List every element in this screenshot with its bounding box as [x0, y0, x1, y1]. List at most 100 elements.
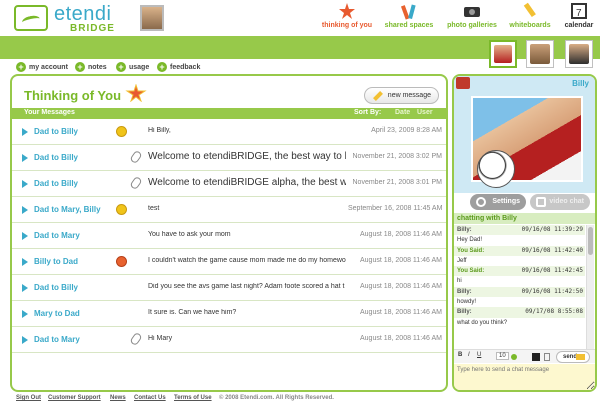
chat-timestamp: 09/16/08 11:42:50 — [521, 287, 583, 295]
list-header: Your Messages Sort By: Date User — [12, 108, 446, 119]
nav-thinking-of-you[interactable]: thinking of you — [319, 0, 375, 36]
plus-icon: + — [75, 62, 85, 72]
message-row[interactable]: Dad to Billy Hi Billy, April 23, 2009 8:… — [12, 119, 446, 145]
message-row[interactable]: Billy to Dad I couldn't watch the game c… — [12, 249, 446, 275]
nav-label: whiteboards — [509, 22, 551, 29]
expand-arrow-icon[interactable] — [22, 206, 28, 214]
message-from: Billy to Dad — [34, 257, 79, 266]
nav-shared-spaces[interactable]: shared spaces — [383, 0, 435, 36]
plus-icon: + — [16, 62, 26, 72]
message-row[interactable]: Mary to Dad It sure is. Can we have him?… — [12, 301, 446, 327]
footer-sign-out[interactable]: Sign Out — [16, 395, 41, 401]
chat-scrollbar[interactable] — [586, 225, 594, 349]
footer-terms-of-use[interactable]: Terms of Use — [174, 395, 212, 401]
nav-whiteboards[interactable]: whiteboards — [506, 0, 554, 36]
etendi-logo[interactable]: etendi BRIDGE — [14, 3, 126, 34]
contact-tab-2[interactable] — [526, 40, 554, 68]
paperclip-icon — [129, 175, 143, 191]
message-from: Dad to Mary — [34, 335, 80, 344]
expand-arrow-icon[interactable] — [22, 258, 28, 266]
message-date: November 21, 2008 3:01 PM — [352, 179, 443, 186]
message-date: August 18, 2008 11:46 AM — [360, 309, 442, 316]
expand-arrow-icon[interactable] — [22, 310, 28, 318]
settings-button[interactable]: Settings — [470, 194, 526, 210]
chat-line-header: Billy: 09/17/08 8:55:08 — [454, 307, 585, 318]
contact-tab-billy[interactable] — [489, 40, 517, 68]
message-subject: Welcome to etendiBRIDGE, the best way to… — [148, 151, 346, 162]
message-date: September 16, 2008 11:45 AM — [348, 205, 443, 212]
plus-icon: + — [157, 62, 167, 72]
chat-speaker: You Said: — [457, 247, 485, 254]
calendar-icon: 7 — [570, 2, 588, 20]
sort-user-link[interactable]: User — [417, 109, 433, 116]
sort-date-link[interactable]: Date — [395, 109, 410, 116]
footer-customer-support[interactable]: Customer Support — [48, 395, 101, 401]
user-avatar[interactable] — [140, 5, 164, 31]
footer-links: Sign Out Customer Support News Contact U… — [16, 395, 334, 403]
message-subject: Did you see the avs game last night? Ada… — [148, 283, 345, 290]
robot-icon — [456, 77, 470, 89]
chat-line-header: You Said: 09/16/08 11:42:45 — [454, 266, 585, 277]
message-from: Dad to Mary — [34, 231, 80, 240]
chat-message: Hey Dad! — [457, 237, 483, 244]
nav-label: photo galleries — [447, 22, 497, 29]
expand-arrow-icon[interactable] — [22, 180, 28, 188]
nav-photo-galleries[interactable]: photo galleries — [444, 0, 500, 36]
link-label: feedback — [170, 63, 201, 71]
new-message-button[interactable]: new message — [364, 87, 439, 104]
chat-log: Billy: 09/16/08 11:39:29 Hey Dad! You Sai… — [454, 225, 585, 349]
footer-news[interactable]: News — [110, 395, 126, 401]
gear-icon — [476, 197, 486, 207]
expand-arrow-icon[interactable] — [22, 336, 28, 344]
logo-sub: BRIDGE — [70, 23, 115, 34]
list-icon[interactable] — [544, 353, 550, 361]
pencil-icon — [373, 91, 383, 101]
contact-photo-area — [454, 90, 595, 193]
scrollbar-thumb[interactable] — [588, 227, 593, 255]
message-row[interactable]: Dad to Billy Welcome to etendiBRIDGE, th… — [12, 145, 446, 171]
marker-icon — [521, 2, 539, 20]
expand-arrow-icon[interactable] — [22, 154, 28, 162]
send-button[interactable]: send — [556, 351, 590, 363]
message-row[interactable]: Dad to Billy Welcome to etendiBRIDGE alp… — [12, 171, 446, 197]
smile-icon — [116, 126, 127, 137]
message-subject: You have to ask your mom — [148, 231, 231, 238]
chat-message-input[interactable] — [454, 364, 595, 390]
expand-arrow-icon[interactable] — [22, 232, 28, 240]
expand-arrow-icon[interactable] — [22, 128, 28, 136]
chat-speaker: You Said: — [457, 268, 485, 275]
sort-by-label: Sort By: — [354, 109, 382, 116]
video-chat-button[interactable]: video chat — [530, 194, 590, 210]
sad-icon — [116, 256, 127, 267]
top-header: etendi BRIDGE thinking of you shared spa… — [0, 0, 600, 36]
nav-calendar[interactable]: 7 calendar — [562, 0, 596, 36]
footer-copyright: © 2008 Etendi.com. All Rights Reserved. — [219, 395, 334, 401]
color-swatch-icon[interactable] — [532, 353, 540, 361]
message-subject: Hi Billy, — [148, 127, 171, 134]
nav-label: thinking of you — [321, 22, 373, 29]
bold-button[interactable]: B — [458, 352, 462, 358]
font-size-select[interactable]: 10 — [496, 352, 509, 360]
emoticon-icon[interactable] — [511, 354, 517, 360]
link-my-account[interactable]: + my account — [16, 62, 68, 72]
link-feedback[interactable]: + feedback — [157, 62, 200, 72]
page-title: Thinking of You — [24, 88, 122, 103]
message-row[interactable]: Dad to Billy Did you see the avs game la… — [12, 275, 446, 301]
chat-contact-name: Billy — [572, 79, 589, 88]
video-chat-label: video chat — [549, 198, 584, 205]
message-row[interactable]: Dad to Mary Hi Mary August 18, 2008 11:4… — [12, 327, 446, 353]
expand-arrow-icon[interactable] — [22, 284, 28, 292]
message-date: April 23, 2009 8:28 AM — [371, 127, 442, 134]
underline-button[interactable]: U — [477, 352, 481, 358]
star-icon — [125, 83, 147, 103]
contact-tab-3[interactable] — [565, 40, 593, 68]
italic-button[interactable]: I — [468, 352, 470, 358]
video-camera-icon — [536, 197, 546, 207]
link-notes[interactable]: + notes — [75, 62, 107, 72]
chat-speaker: Billy: — [457, 309, 472, 316]
message-row[interactable]: Dad to Mary You have to ask your mom Aug… — [12, 223, 446, 249]
footer-contact-us[interactable]: Contact Us — [134, 395, 166, 401]
message-row[interactable]: Dad to Mary, Billy test September 16, 20… — [12, 197, 446, 223]
smile-icon — [116, 204, 127, 215]
link-usage[interactable]: + usage — [116, 62, 149, 72]
